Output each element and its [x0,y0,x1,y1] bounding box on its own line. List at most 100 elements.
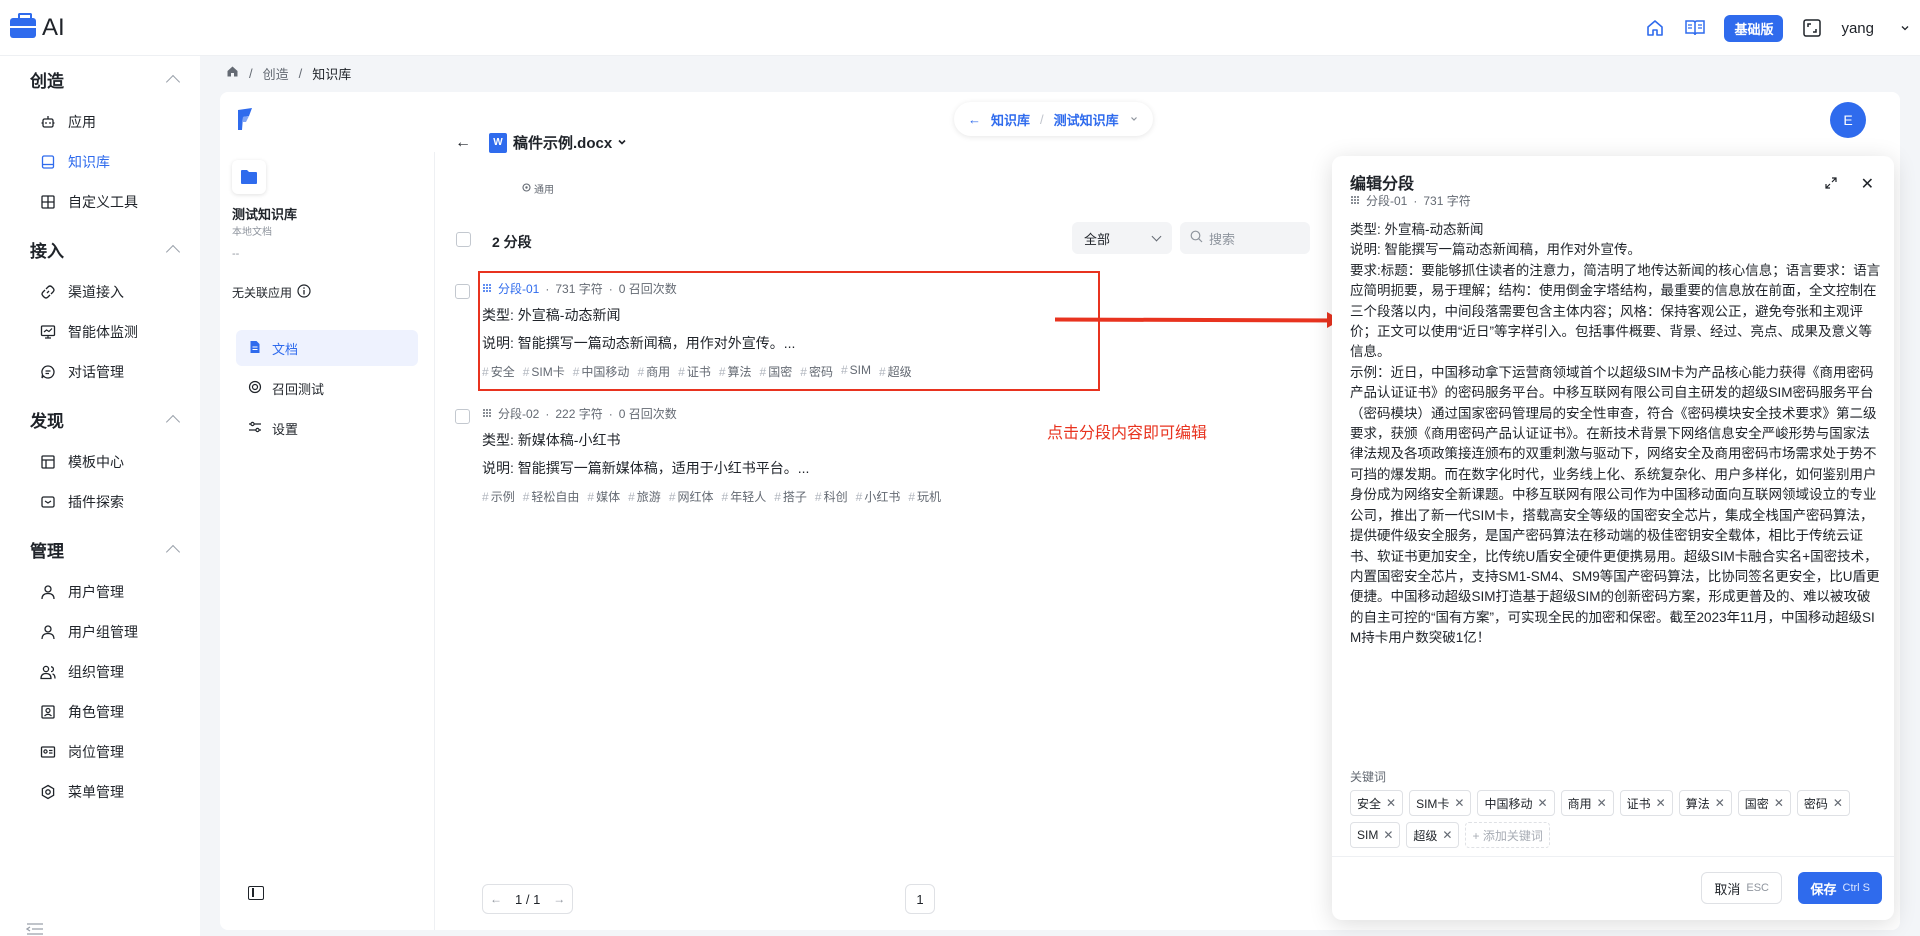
nav-item-agent-monitor[interactable]: 智能体监测 [0,312,200,352]
info-icon[interactable] [297,284,311,301]
book-icon[interactable] [1684,17,1706,39]
nav-item-label: 渠道接入 [68,284,124,300]
home-icon[interactable] [226,65,239,81]
nav-item-roles[interactable]: 角色管理 [0,692,200,732]
nav-item-custom-tools[interactable]: 自定义工具 [0,182,200,222]
page-indicator: 1 / 1 [515,891,541,907]
cancel-button[interactable]: 取消 ESC [1701,872,1782,904]
tag: 年轻人 [722,488,766,505]
nav-item-knowledge[interactable]: 知识库 [0,142,200,182]
nav-group-title[interactable]: 发现 [0,402,200,436]
nav-item-conversations[interactable]: 对话管理 [0,352,200,392]
nav-item-positions[interactable]: 岗位管理 [0,732,200,772]
nav-item-channels[interactable]: 渠道接入 [0,272,200,312]
username[interactable]: yang [1841,20,1874,37]
segment-content-editor[interactable]: 类型: 外宣稿-动态新闻 说明: 智能撰写一篇动态新闻稿，用作对外宣传。 要求:… [1350,220,1882,649]
doc-subtitle-text: 通用 [534,185,554,196]
remove-keyword-icon[interactable]: ✕ [1538,796,1548,810]
kb-menu-recall-test[interactable]: 召回测试 [236,370,418,406]
chevron-up-icon [165,244,181,259]
remove-keyword-icon[interactable]: ✕ [1383,828,1393,842]
nav-group-title[interactable]: 创造 [0,62,200,96]
add-keyword-button[interactable]: + 添加关键词 [1465,822,1550,848]
word-file-icon: W [489,132,507,153]
back-arrow-icon[interactable]: ← [968,112,981,127]
select-all-checkbox[interactable] [456,232,471,247]
tag: 玩机 [908,488,941,505]
nav-item-orgs[interactable]: 组织管理 [0,652,200,692]
nav-group-title[interactable]: 接入 [0,232,200,266]
sidebar-toggle-icon[interactable] [248,886,264,900]
nav-item-plugins[interactable]: 插件探索 [0,482,200,522]
back-arrow-icon[interactable]: ← [455,134,471,152]
home-icon[interactable] [1644,17,1666,39]
nav-item-templates[interactable]: 模板中心 [0,442,200,482]
remove-keyword-icon[interactable]: ✕ [1386,796,1396,810]
keywords-list: 安全 ✕ SIM卡 ✕ 中国移动 ✕ 商用 ✕ 证书 ✕ 算法 ✕ 国密 ✕ 密码 ✕ SIM ✕… [1350,790,1880,848]
chevron-down-icon[interactable] [616,135,628,151]
nav-item-label: 插件探索 [68,494,124,510]
nav-item-apps[interactable]: 应用 [0,102,200,142]
app-logo[interactable]: AI [10,12,65,42]
avatar[interactable]: E [1830,102,1866,138]
remove-keyword-icon[interactable]: ✕ [1833,796,1843,810]
badge-icon [40,744,56,760]
next-page-icon[interactable]: → [546,885,572,913]
chevron-down-icon[interactable] [1894,17,1916,39]
grip-icon [482,407,492,421]
plan-badge[interactable]: 基础版 [1724,14,1784,42]
kb-menu-settings[interactable]: 设置 [236,410,418,446]
prev-page-icon[interactable]: ← [483,885,509,913]
breadcrumb-item[interactable]: 创造 [263,64,289,83]
remove-keyword-icon[interactable]: ✕ [1774,796,1784,810]
nav-item-label: 对话管理 [68,364,124,380]
template-icon [40,454,56,470]
remove-keyword-icon[interactable]: ✕ [1442,828,1452,842]
nav-item-label: 知识库 [68,154,110,170]
fullscreen-icon[interactable] [1801,17,1823,39]
chevron-up-icon [165,544,181,559]
keyword-text: 超级 [1413,828,1438,843]
keyword-tag: 超级 ✕ [1406,822,1460,848]
search-placeholder: 搜索 [1209,231,1236,247]
segment-filter-select[interactable]: 全部 [1072,222,1172,254]
chevron-down-icon[interactable] [1129,112,1139,127]
segment-checkbox[interactable] [455,409,470,424]
top-bar: AI 基础版 yang [0,0,1920,56]
breadcrumb-separator: / [298,65,303,81]
kb-menu-label: 召回测试 [272,381,325,397]
kb-menu-label: 设置 [272,421,299,437]
kb-menu-documents[interactable]: 文档 [236,330,418,366]
pagination: ← 1 / 1 → [482,884,574,914]
nav-item-menus[interactable]: 菜单管理 [0,772,200,812]
annotation-text: 点击分段内容即可编辑 [1047,425,1208,442]
keyword-text: 密码 [1803,796,1828,811]
expand-icon[interactable] [1824,176,1838,190]
doc-subtitle: 通用 [522,181,554,196]
chevron-up-icon [165,74,181,89]
nav-group-title[interactable]: 管理 [0,532,200,566]
segment-checkbox[interactable] [455,284,470,299]
nav-item-users[interactable]: 用户管理 [0,572,200,612]
nav-item-label: 角色管理 [68,704,124,720]
collapse-menu-icon[interactable] [25,922,44,935]
nav-item-user-groups[interactable]: 用户组管理 [0,612,200,652]
remove-keyword-icon[interactable]: ✕ [1454,796,1464,810]
nav-group-label: 发现 [30,411,64,431]
nav-item-label: 用户组管理 [68,624,138,640]
remove-keyword-icon[interactable]: ✕ [1715,796,1725,810]
save-button[interactable]: 保存 Ctrl S [1798,872,1882,904]
remove-keyword-icon[interactable]: ✕ [1656,796,1666,810]
close-icon[interactable]: ✕ [1861,174,1874,194]
kb-menu-label: 文档 [272,341,299,357]
keywords-label: 关键词 [1350,770,1387,784]
doc-title[interactable]: 稿件示例.docx [513,132,612,153]
tool-grid-icon [40,194,56,210]
kb-switcher-current[interactable]: 测试知识库 [1054,110,1119,129]
keyword-text: 证书 [1626,796,1651,811]
remove-keyword-icon[interactable]: ✕ [1597,796,1607,810]
kb-switcher-link[interactable]: 知识库 [991,110,1030,129]
page-number[interactable]: 1 [905,884,935,914]
nav-group-label: 创造 [30,71,64,91]
segment-search-input[interactable]: 搜索 [1180,222,1310,254]
